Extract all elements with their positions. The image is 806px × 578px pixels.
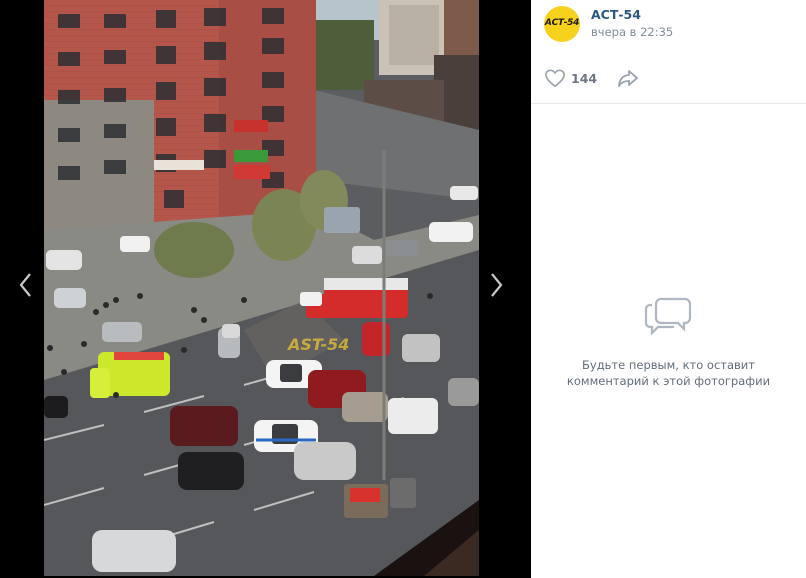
prev-photo-button[interactable]	[14, 268, 38, 302]
photo-watermark: AST-54	[286, 335, 349, 354]
photo-viewer: AST-54	[0, 0, 531, 578]
share-arrow-icon	[618, 70, 638, 87]
post-date[interactable]: вчера в 22:35	[591, 25, 673, 39]
post-header: АСТ-54 АСТ-54 вчера в 22:35	[531, 0, 806, 52]
no-comments-line-1: Будьте первым, кто оставит	[582, 358, 755, 372]
comments-bubble-icon	[644, 297, 692, 336]
post-actions: 144	[531, 52, 806, 104]
heart-icon	[545, 69, 565, 88]
avatar-logo-text: АСТ-54	[544, 18, 580, 28]
chevron-right-icon	[491, 273, 503, 297]
chevron-left-icon	[19, 273, 31, 297]
no-comments-line-2: комментарий к этой фотографии	[566, 374, 771, 388]
post-photo[interactable]: AST-54	[44, 0, 479, 576]
group-name-link[interactable]: АСТ-54	[591, 7, 641, 22]
post-side-panel: АСТ-54 АСТ-54 вчера в 22:35 144 Будьте п…	[531, 0, 806, 578]
like-button[interactable]: 144	[544, 67, 597, 89]
comments-section: Будьте первым, кто оставит комментарий к…	[531, 104, 806, 578]
avatar[interactable]: АСТ-54	[544, 6, 580, 42]
share-button[interactable]	[616, 67, 640, 89]
like-count: 144	[571, 70, 598, 86]
next-photo-button[interactable]	[484, 268, 508, 302]
no-comments-text: Будьте первым, кто оставит комментарий к…	[561, 357, 776, 389]
